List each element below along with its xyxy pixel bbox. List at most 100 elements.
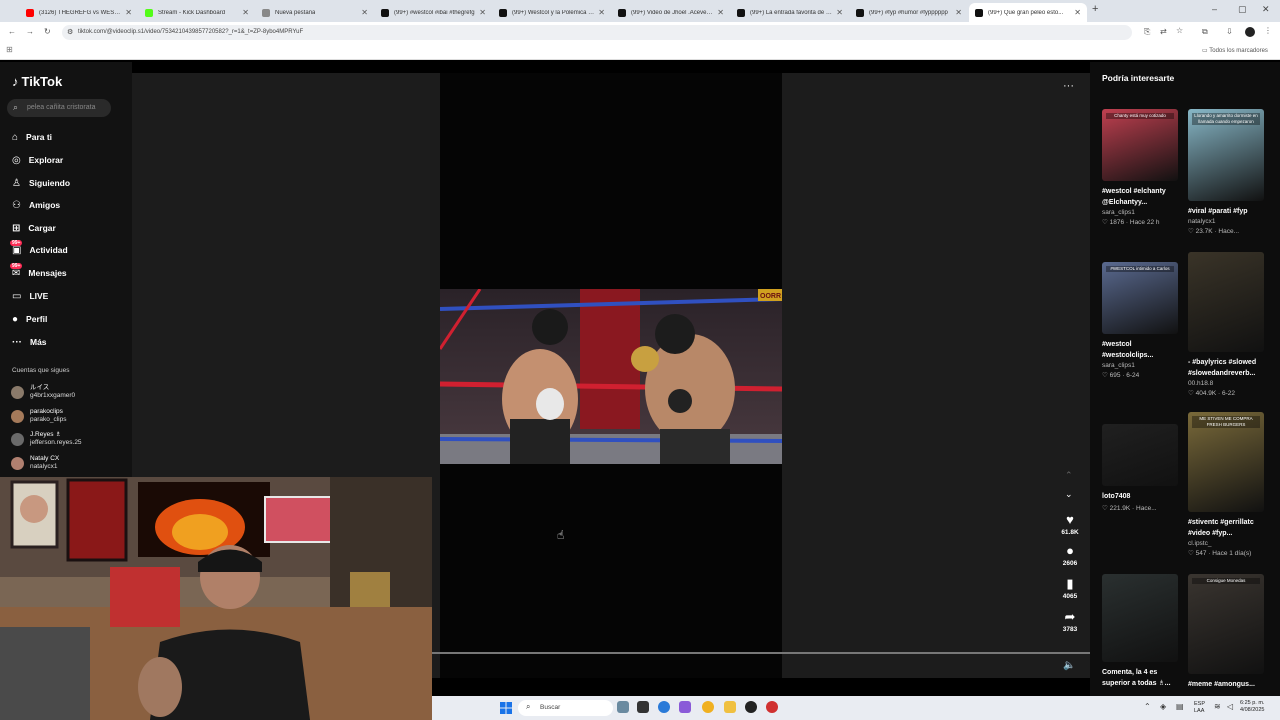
tray-chevron-icon[interactable]: ⌃ [1144,702,1151,711]
all-bookmarks-link[interactable]: ▭ Todos los marcadores [1202,47,1268,54]
tab-close-icon[interactable]: ✕ [832,8,843,17]
volume-icon[interactable]: 🔈 [1063,660,1075,671]
suggestion-card[interactable]: #WESTCOL intimido a Carlos #westcol #west… [1102,262,1178,379]
avatar [11,456,24,470]
file-explorer-icon[interactable] [724,701,736,713]
browser-tab[interactable]: Stream - Kick Dashboard ✕ [139,3,255,22]
tab-close-icon[interactable]: ✕ [357,8,368,17]
suggestion-thumbnail: Consigue Monedas [1188,574,1264,674]
suggestion-card[interactable]: - #baylyrics #slowed #slowedandreverb...… [1188,252,1264,397]
language-indicator[interactable]: ESP LAA [1194,701,1205,715]
suggestion-card[interactable]: Llorando y amarrito dormiste en llamada … [1188,109,1264,235]
video-progress-bar[interactable] [432,652,1090,654]
translate-icon[interactable]: ⇄ [1160,27,1167,36]
sidebar-nav-item[interactable]: ⚇ Amigos [12,197,60,213]
forward-icon[interactable]: → [26,27,34,36]
tab-close-icon[interactable]: ✕ [951,8,962,17]
app-icon-1[interactable] [617,701,629,713]
suggestion-card[interactable]: Consigue Monedas #meme #amongus... [1188,574,1264,690]
extensions-icon[interactable]: ⧉ [1202,27,1208,37]
back-icon[interactable]: ← [8,27,16,36]
tab-close-icon[interactable]: ✕ [594,8,605,17]
browser-tab[interactable]: (99+) Westcol y la Polémica en... ✕ [493,3,611,22]
save-button[interactable]: ▮ 4065 [1058,577,1082,601]
sidebar-nav-item[interactable]: ● Perfil [12,311,47,327]
task-view-icon[interactable] [637,701,649,713]
menu-icon[interactable]: ⋮ [1264,26,1272,35]
taskbar-clock[interactable]: 6:25 p. m. 4/08/2025 [1240,700,1264,714]
sidebar-nav-item[interactable]: ♙ Siguiendo [12,175,70,191]
reload-icon[interactable]: ↻ [44,27,51,36]
site-info-icon[interactable]: ⚙ [67,28,73,36]
nav-icon: ◎ [12,154,21,166]
following-account[interactable]: J.Reyes ♗ jefferson.reyes.25 [11,431,82,447]
tab-close-icon[interactable]: ✕ [238,8,249,17]
comment-button[interactable]: ● 2606 [1058,544,1082,568]
close-window-button[interactable]: ✕ [1262,4,1270,15]
sidebar-nav-item[interactable]: ⊞ Cargar [12,220,56,236]
sidebar-nav-item[interactable]: ⌂ Para ti [12,129,52,145]
tab-title: (99+) #westcol #ibai #thegrefg [394,9,475,16]
copilot-icon[interactable] [679,701,691,713]
minimize-button[interactable]: – [1212,4,1217,14]
nav-label: Amigos [28,200,61,210]
sidebar-nav-item[interactable]: ··· Más [12,334,47,350]
tray-app-icon-2[interactable]: ▤ [1176,702,1184,711]
app-icon-red[interactable] [766,701,778,713]
browser-tab[interactable]: (99+) La entrada favorita de Ibai ✕ [731,3,849,22]
tab-favicon-icon [856,8,864,17]
suggestion-card[interactable]: Chanty está muy cotizado #westcol #elchan… [1102,109,1178,226]
new-tab-button[interactable]: + [1092,3,1098,15]
next-video-icon[interactable]: ⌄ [1065,489,1073,500]
following-account[interactable]: parakoclips parako_clips [11,408,67,424]
browser-tab[interactable]: (99+) #westcol #ibai #thegrefg ✕ [375,3,492,22]
start-button[interactable] [500,701,512,714]
streamer-webcam [0,477,432,720]
more-options-icon[interactable]: ··· [1063,80,1074,92]
account-handle: natalycx1 [30,463,58,470]
tab-favicon-icon [26,8,34,17]
profile-avatar[interactable] [1245,27,1255,37]
sidebar-nav-item[interactable]: ▭ LIVE [12,288,48,304]
apps-grid-icon[interactable]: ⊞ [6,45,13,54]
install-icon[interactable]: ⎘ [1144,27,1150,37]
suggestion-card[interactable]: ME STIVEN ME COMPRA FRESH BURGERS #stiven… [1188,412,1264,557]
suggestion-card[interactable]: loto7408 ♡ 221.9K · Hace... [1102,424,1178,512]
speaker-icon[interactable]: ◁ [1227,702,1233,711]
tab-close-icon[interactable]: ✕ [475,8,486,17]
taskbar-search-input[interactable]: ⌕ Buscar [518,700,613,716]
obs-icon[interactable] [745,701,757,713]
following-account[interactable]: Nataly CX natalycx1 [11,455,59,471]
tiktok-logo[interactable]: ♪ TikTok [12,74,62,89]
video-frame[interactable]: OORR [440,289,782,464]
sidebar-nav-item[interactable]: ◎ Explorar [12,152,63,168]
tab-favicon-icon [145,8,153,17]
bookmark-star-icon[interactable]: ☆ [1176,26,1183,35]
previous-video-icon[interactable]: ⌃ [1065,470,1073,481]
suggestion-stats: 404.9K · 6-22 [1195,390,1236,397]
browser-tab[interactable]: Nueva pestaña ✕ [256,3,374,22]
chrome-icon[interactable] [702,701,714,713]
heart-icon: ♥ [1066,512,1074,527]
url-input[interactable]: ⚙ tiktok.com/@videoclip.s1/video/7534210… [62,25,1132,40]
browser-tab[interactable]: (99+) Video de Jhoel .Acevedo... ✕ [612,3,730,22]
sidebar-nav-item[interactable]: ▣ 99+ Actividad [10,239,68,258]
sidebar-nav-item[interactable]: ✉ 99+ Mensajes [10,262,67,281]
following-account[interactable]: ルイス g4br1xxgamer0 [11,384,75,400]
suggestion-card[interactable]: Comenta, la 4 es superior a todas ♗... [1102,574,1178,689]
like-button[interactable]: ♥ 61.8K [1058,512,1082,537]
downloads-icon[interactable]: ⇩ [1226,27,1233,36]
tray-app-icon[interactable]: ◈ [1160,702,1166,711]
maximize-button[interactable]: ▢ [1238,4,1247,15]
share-button[interactable]: ➦ 3783 [1058,610,1082,634]
search-input[interactable]: ⌕ pelea cañita cristorata [7,99,111,117]
account-name: ルイス [30,384,50,391]
tab-close-icon[interactable]: ✕ [713,8,724,17]
edge-icon[interactable] [658,701,670,713]
browser-tab[interactable]: (3126) THEGREFG vs WESTCOL ✕ [20,3,138,22]
tab-close-icon[interactable]: ✕ [1070,8,1081,17]
browser-tab[interactable]: (99+) Que gran peleo esto... ✕ [969,3,1087,22]
browser-tab[interactable]: (99+) #fyp #humor #fypppppp ✕ [850,3,968,22]
wifi-icon[interactable]: ≋ [1214,702,1221,711]
tab-close-icon[interactable]: ✕ [121,8,132,17]
